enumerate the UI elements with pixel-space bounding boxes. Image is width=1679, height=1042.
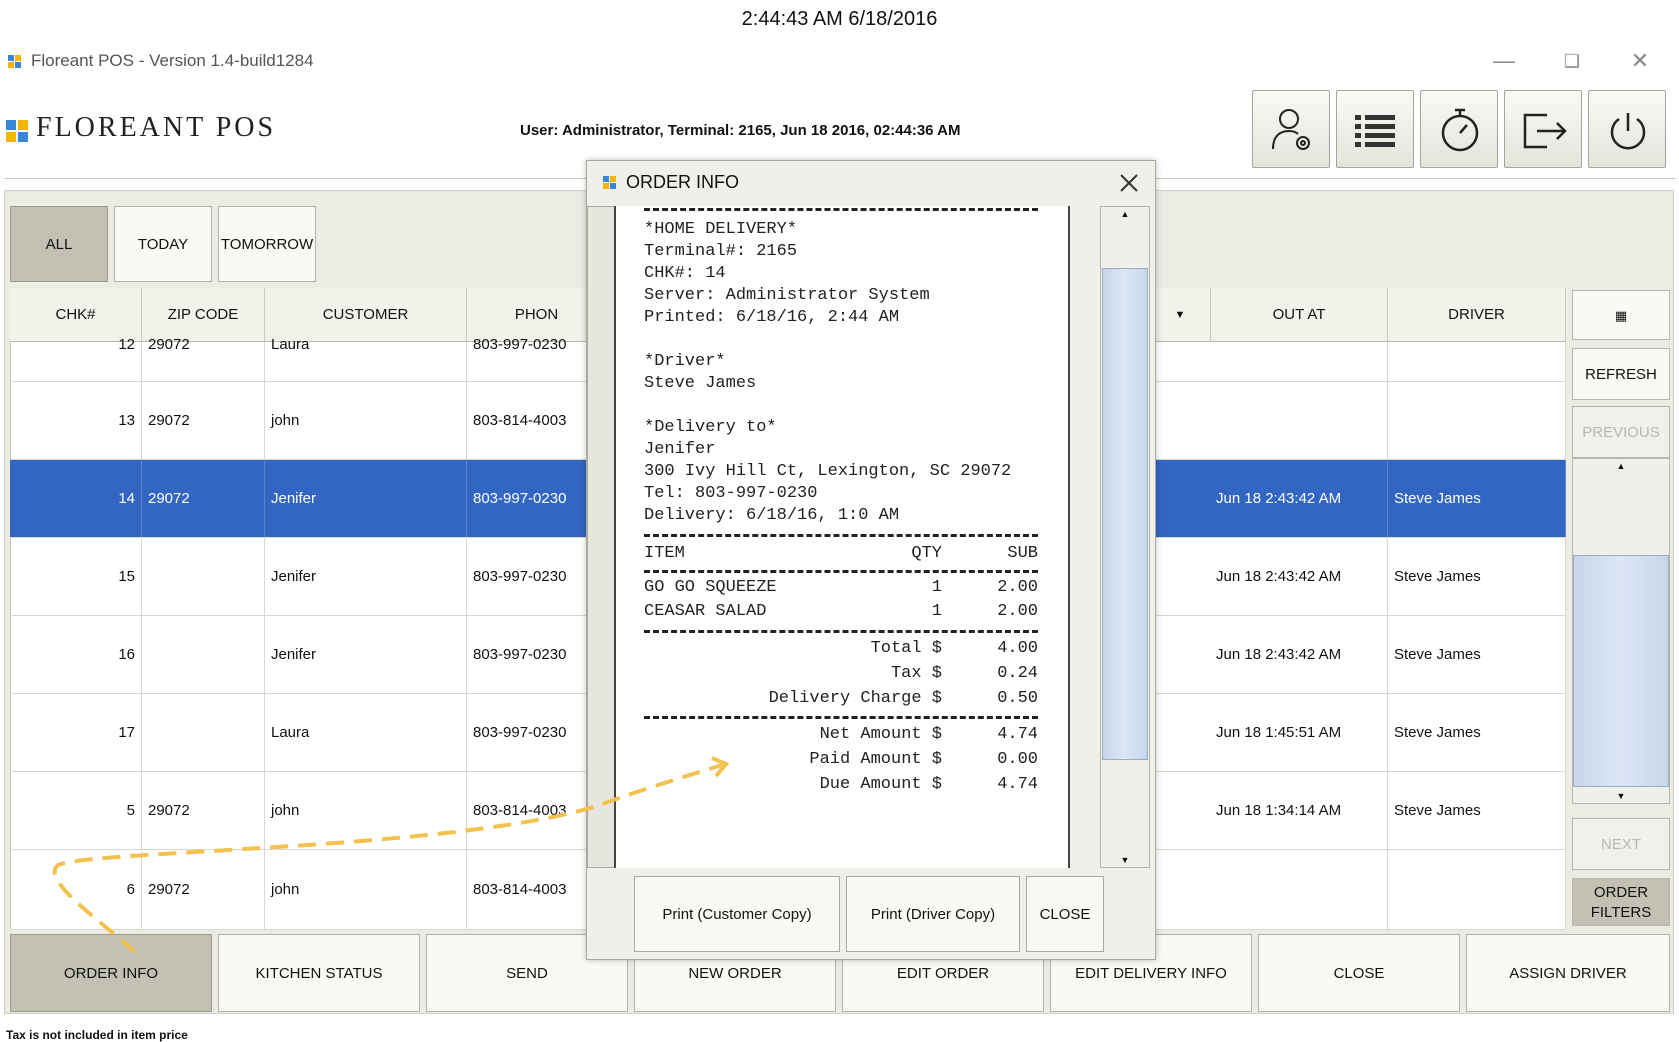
annotation-arrow bbox=[53, 756, 730, 954]
